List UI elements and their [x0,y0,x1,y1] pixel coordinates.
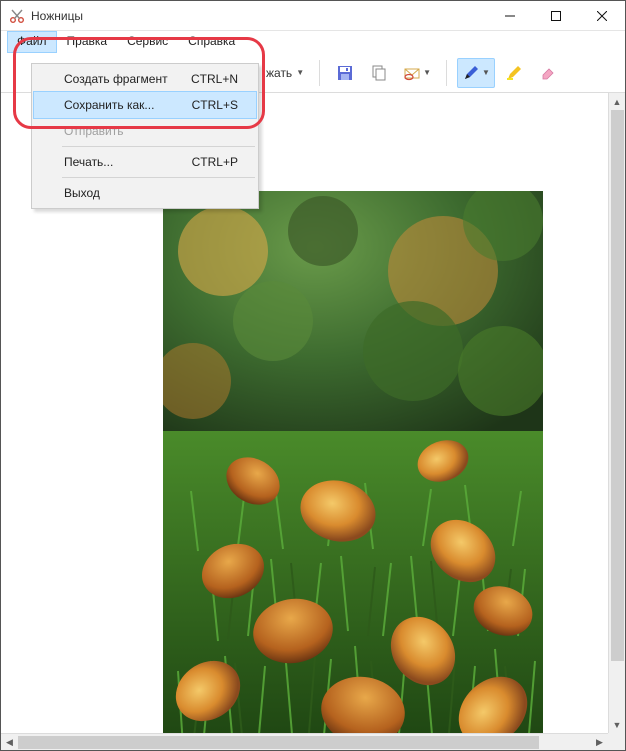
window-title: Ножницы [31,9,83,23]
envelope-icon [403,64,421,82]
scrollbar-track[interactable] [18,734,591,750]
menu-file[interactable]: Файл [7,31,57,53]
window-controls [487,1,625,31]
toolbar-divider [446,60,447,86]
delay-label: жать [266,66,292,80]
snip-photo [163,191,543,733]
scrollbar-track[interactable] [609,110,625,716]
scroll-left-icon[interactable]: ◀ [1,734,18,751]
menu-separator [62,146,255,147]
pen-icon [462,64,480,82]
menubar: Файл Правка Сервис Справка [1,31,625,53]
save-button[interactable] [330,58,360,88]
file-menu-dropdown: Создать фрагмент CTRL+N Сохранить как...… [31,63,259,209]
maximize-button[interactable] [533,1,579,31]
menu-item-save-as[interactable]: Сохранить как... CTRL+S [34,92,256,118]
chevron-down-icon: ▼ [423,68,431,77]
minimize-button[interactable] [487,1,533,31]
copy-button[interactable] [364,58,394,88]
chevron-down-icon: ▼ [482,68,490,77]
send-button[interactable]: ▼ [398,58,436,88]
menu-item-print[interactable]: Печать... CTRL+P [34,149,256,175]
menu-item-new-snip[interactable]: Создать фрагмент CTRL+N [34,66,256,92]
pen-tool-button[interactable]: ▼ [457,58,495,88]
copy-icon [370,64,388,82]
scrollbar-corner [608,733,625,750]
scroll-down-icon[interactable]: ▼ [609,716,626,733]
menu-tools[interactable]: Сервис [117,31,178,53]
toolbar-divider [319,60,320,86]
menu-help[interactable]: Справка [178,31,245,53]
titlebar: Ножницы [1,1,625,31]
scrollbar-thumb[interactable] [611,110,624,661]
close-button[interactable] [579,1,625,31]
menu-item-exit[interactable]: Выход [34,180,256,206]
highlighter-icon [505,64,523,82]
chevron-down-icon: ▼ [296,68,304,77]
eraser-icon [539,64,557,82]
menu-separator [62,177,255,178]
scissors-app-icon [9,8,25,24]
scroll-up-icon[interactable]: ▲ [609,93,626,110]
highlighter-tool-button[interactable] [499,58,529,88]
menu-edit[interactable]: Правка [57,31,118,53]
horizontal-scrollbar[interactable]: ◀ ▶ [1,733,608,750]
eraser-tool-button[interactable] [533,58,563,88]
menu-item-send: Отправить [34,118,256,144]
delay-button[interactable]: жать ▼ [261,58,309,88]
scrollbar-thumb[interactable] [18,736,539,749]
captured-image[interactable] [163,191,543,733]
save-icon [336,64,354,82]
scroll-right-icon[interactable]: ▶ [591,734,608,751]
vertical-scrollbar[interactable]: ▲ ▼ [608,93,625,733]
